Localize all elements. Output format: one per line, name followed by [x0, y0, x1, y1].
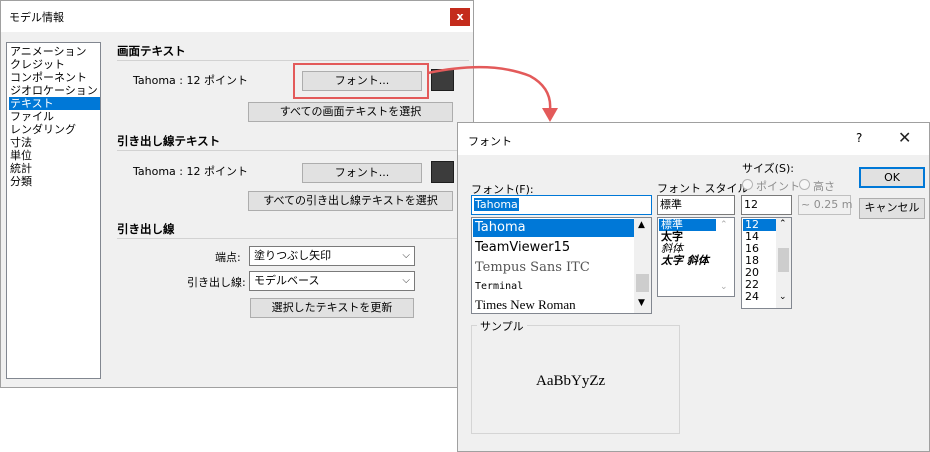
font-name-input[interactable]: Tahoma — [471, 195, 652, 215]
category-item[interactable]: ジオロケーション — [9, 84, 100, 97]
chevron-up-icon[interactable]: ⌃ — [779, 219, 787, 229]
leader-text-heading: 引き出し線テキスト — [117, 134, 221, 148]
size-list-item[interactable]: 24 — [743, 291, 759, 303]
category-item[interactable]: クレジット — [9, 58, 100, 71]
category-item[interactable]: コンポーネント — [9, 71, 100, 84]
size-list-scrollbar[interactable]: ⌃ ⌄ — [776, 218, 791, 308]
leader-font-info: Tahoma : 12 ポイント — [133, 165, 248, 178]
scroll-thumb[interactable] — [778, 248, 789, 272]
font-list-item[interactable]: Tempus Sans ITC — [473, 258, 590, 277]
dialog-title: フォント — [468, 135, 512, 148]
font-list[interactable]: Tahoma TeamViewer15 Tempus Sans ITC Term… — [471, 217, 652, 314]
category-item-selected[interactable]: テキスト — [9, 97, 100, 110]
screen-text-heading: 画面テキスト — [117, 44, 186, 58]
category-item[interactable]: レンダリング — [9, 123, 100, 136]
font-dialog: フォント ? ✕ フォント(F): Tahoma Tahoma TeamView… — [457, 122, 930, 452]
sample-label: サンプル — [477, 318, 527, 334]
close-icon[interactable]: ✕ — [898, 128, 911, 147]
ok-button[interactable]: OK — [859, 167, 925, 188]
chevron-down-icon: ⌵ — [402, 275, 410, 286]
font-list-item[interactable]: TeamViewer15 — [473, 238, 570, 257]
leader-font-button[interactable]: フォント... — [302, 163, 422, 183]
scroll-thumb[interactable] — [636, 274, 649, 292]
window-title: モデル情報 — [9, 11, 64, 24]
size-label: サイズ(S): — [742, 162, 794, 175]
help-button[interactable]: ? — [856, 131, 862, 145]
category-item[interactable]: 分類 — [9, 175, 100, 188]
style-input[interactable]: 標準 — [657, 195, 735, 215]
chevron-down-icon[interactable]: ▼ — [638, 298, 645, 308]
font-list-item[interactable]: Terminal — [473, 279, 523, 295]
endpoint-label: 端点: — [215, 251, 241, 264]
font-name-value: Tahoma — [474, 198, 519, 211]
select-all-leader-text-button[interactable]: すべての引き出し線テキストを選択 — [248, 191, 453, 211]
title-bar: モデル情報 x — [1, 1, 473, 32]
font-list-item[interactable]: Times New Roman — [473, 296, 576, 313]
chevron-up-icon[interactable]: ▲ — [638, 220, 645, 230]
leader-text-color-swatch[interactable] — [431, 161, 454, 183]
point-radio[interactable] — [742, 179, 753, 190]
category-list[interactable]: アニメーション クレジット コンポーネント ジオロケーション テキスト ファイル… — [6, 42, 101, 379]
chevron-up-icon[interactable]: ⌃ — [720, 220, 728, 230]
height-input[interactable]: ~ 0.25 m — [798, 195, 852, 215]
font-list-item[interactable]: Tahoma — [473, 219, 635, 237]
size-input[interactable]: 12 — [741, 195, 792, 215]
divider — [117, 238, 469, 239]
model-info-window: モデル情報 x アニメーション クレジット コンポーネント ジオロケーション テ… — [0, 0, 474, 388]
chevron-down-icon[interactable]: ⌄ — [779, 292, 787, 302]
chevron-down-icon[interactable]: ⌄ — [720, 282, 728, 292]
style-label: フォント スタイル — [657, 182, 749, 195]
leader-select[interactable]: モデルベース ⌵ — [249, 271, 415, 291]
category-item[interactable]: 寸法 — [9, 136, 100, 149]
dialog-title-bar: フォント ? ✕ — [458, 123, 929, 155]
font-list-scrollbar[interactable]: ▲ ▼ — [634, 218, 651, 313]
update-selected-text-button[interactable]: 選択したテキストを更新 — [250, 298, 414, 318]
category-item[interactable]: 単位 — [9, 149, 100, 162]
style-list-item[interactable]: 太字 斜体 — [659, 255, 709, 267]
chevron-down-icon: ⌵ — [402, 250, 410, 261]
category-item[interactable]: ファイル — [9, 110, 100, 123]
divider — [117, 60, 469, 61]
leader-line-heading: 引き出し線 — [117, 222, 175, 236]
category-item[interactable]: 統計 — [9, 162, 100, 175]
screen-font-info: Tahoma : 12 ポイント — [133, 74, 248, 87]
close-button[interactable]: x — [450, 8, 470, 26]
size-list[interactable]: 12 14 16 18 20 22 24 ⌃ ⌄ — [741, 217, 792, 309]
sample-text: AaBbYyZz — [536, 373, 606, 389]
height-radio-label: 高さ — [813, 180, 835, 193]
style-list[interactable]: 標準 太字 斜体 太字 斜体 ⌃ ⌄ — [657, 217, 735, 297]
height-radio[interactable] — [799, 179, 810, 190]
endpoint-value: 塗りつぶし矢印 — [254, 249, 332, 262]
category-item[interactable]: アニメーション — [9, 45, 100, 58]
cancel-button[interactable]: キャンセル — [859, 198, 925, 219]
endpoint-select[interactable]: 塗りつぶし矢印 ⌵ — [249, 246, 415, 266]
divider — [117, 150, 469, 151]
leader-value: モデルベース — [254, 274, 320, 287]
leader-label: 引き出し線: — [187, 276, 246, 289]
point-radio-label: ポイント — [756, 180, 800, 193]
screen-font-button[interactable]: フォント... — [302, 71, 422, 91]
